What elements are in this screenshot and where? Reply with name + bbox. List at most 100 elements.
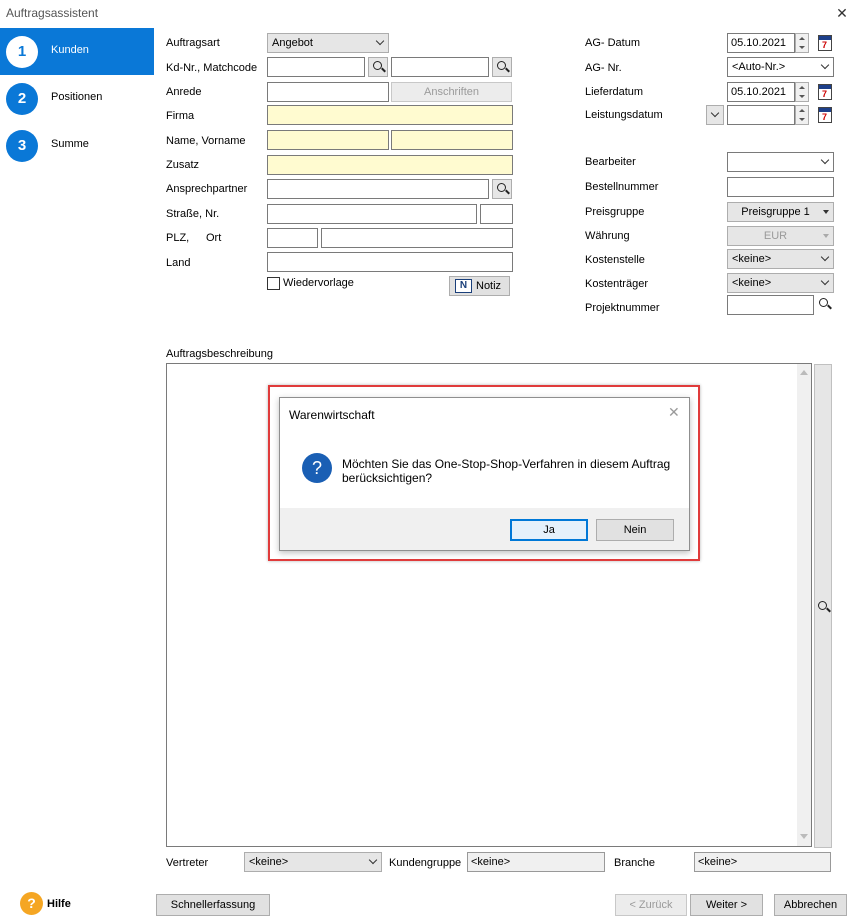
projektnummer-input[interactable] xyxy=(727,295,814,315)
calendar-icon[interactable] xyxy=(818,84,832,100)
leistungsdatum-dropdown[interactable] xyxy=(706,105,724,125)
weiter-button[interactable]: Weiter > xyxy=(690,894,763,916)
bestellnummer-input[interactable] xyxy=(727,177,834,197)
kdnr-input[interactable] xyxy=(267,57,365,77)
kostenstelle-label: Kostenstelle xyxy=(585,254,645,266)
search-icon xyxy=(373,61,382,70)
search-icon xyxy=(497,61,506,70)
matchcode-search-button[interactable] xyxy=(492,57,512,77)
step-positionen[interactable]: 2 Positionen xyxy=(0,75,154,122)
waehrung-select[interactable]: EUR xyxy=(727,226,834,246)
firma-input[interactable] xyxy=(267,105,513,125)
help-icon[interactable]: ? xyxy=(20,892,43,915)
lieferdatum-input[interactable]: 05.10.2021 xyxy=(727,82,795,102)
chevron-down-icon xyxy=(369,857,377,865)
plz-input[interactable] xyxy=(267,228,318,248)
land-input[interactable] xyxy=(267,252,513,272)
note-icon: N xyxy=(455,279,472,293)
ag-datum-spinner[interactable] xyxy=(795,33,809,53)
wiedervorlage-checkbox[interactable] xyxy=(267,277,280,290)
dialog-title: Warenwirtschaft xyxy=(289,408,375,422)
notiz-button[interactable]: N Notiz xyxy=(449,276,510,296)
leistungsdatum-spinner[interactable] xyxy=(795,105,809,125)
leistungsdatum-label: Leistungsdatum xyxy=(585,109,663,121)
bearbeiter-label: Bearbeiter xyxy=(585,156,636,168)
scroll-down-icon[interactable] xyxy=(800,834,808,839)
name-label: Name, Vorname xyxy=(166,135,246,147)
ansprechpartner-search-button[interactable] xyxy=(492,179,512,199)
kostenstelle-select[interactable]: <keine> xyxy=(727,249,834,269)
step-label-summe: Summe xyxy=(51,138,89,150)
ansprechpartner-input[interactable] xyxy=(267,179,489,199)
ag-datum-label: AG- Datum xyxy=(585,37,641,49)
description-scrollbar[interactable] xyxy=(797,364,811,846)
auftragsbeschreibung-label: Auftragsbeschreibung xyxy=(166,348,274,360)
name-input[interactable] xyxy=(267,130,389,150)
calendar-icon[interactable] xyxy=(818,35,832,51)
kostentraeger-select[interactable]: <keine> xyxy=(727,273,834,293)
preisgruppe-select[interactable]: Preisgruppe 1 xyxy=(727,202,834,222)
zurueck-button[interactable]: < Zurück xyxy=(615,894,687,916)
strasse-label: Straße, Nr. xyxy=(166,208,220,220)
schnellerfassung-button[interactable]: Schnellerfassung xyxy=(156,894,270,916)
window-title: Auftragsassistent xyxy=(6,6,99,20)
step-number-3: 3 xyxy=(6,130,38,162)
confirm-dialog: Warenwirtschaft ✕ ? Möchten Sie das One-… xyxy=(279,397,690,551)
matchcode-input[interactable] xyxy=(391,57,489,77)
ag-nr-value: <Auto-Nr.> xyxy=(732,61,786,73)
anrede-input[interactable] xyxy=(267,82,389,102)
vertreter-label: Vertreter xyxy=(166,857,209,869)
ag-datum-value: 05.10.2021 xyxy=(731,37,787,49)
no-button[interactable]: Nein xyxy=(596,519,674,541)
leistungsdatum-input[interactable] xyxy=(727,105,795,125)
kundengruppe-label: Kundengruppe xyxy=(389,857,462,869)
step-kunden[interactable]: 1 Kunden xyxy=(0,28,154,75)
ag-nr-select[interactable]: <Auto-Nr.> xyxy=(727,57,834,77)
ag-datum-input[interactable]: 05.10.2021 xyxy=(727,33,795,53)
lieferdatum-spinner[interactable] xyxy=(795,82,809,102)
vertreter-select[interactable]: <keine> xyxy=(244,852,382,872)
chevron-down-icon xyxy=(821,278,829,286)
step-label-positionen: Positionen xyxy=(51,91,103,103)
close-icon[interactable]: ✕ xyxy=(834,5,850,22)
auftragsart-select[interactable]: Angebot xyxy=(267,33,389,53)
yes-button[interactable]: Ja xyxy=(510,519,588,541)
lieferdatum-value: 05.10.2021 xyxy=(731,86,787,98)
lieferdatum-label: Lieferdatum xyxy=(585,86,644,98)
anschriften-button[interactable]: Anschriften xyxy=(391,82,512,102)
dialog-message: Möchten Sie das One-Stop-Shop-Verfahren … xyxy=(342,457,671,485)
kundengruppe-field: <keine> xyxy=(467,852,605,872)
plz-label: PLZ, xyxy=(166,232,190,244)
auftragsart-label: Auftragsart xyxy=(166,37,220,49)
preisgruppe-label: Preisgruppe xyxy=(585,206,645,218)
branche-field: <keine> xyxy=(694,852,831,872)
chevron-down-icon xyxy=(711,110,719,118)
search-icon[interactable] xyxy=(818,601,827,610)
abbrechen-button[interactable]: Abbrechen xyxy=(774,894,847,916)
close-icon[interactable]: ✕ xyxy=(668,404,680,421)
title-bar: Auftragsassistent ✕ xyxy=(0,0,858,28)
ort-input[interactable] xyxy=(321,228,513,248)
wiedervorlage-label: Wiedervorlage xyxy=(283,277,354,289)
vorname-input[interactable] xyxy=(391,130,513,150)
help-label[interactable]: Hilfe xyxy=(47,898,71,910)
projektnummer-search-button[interactable] xyxy=(815,295,835,315)
caret-down-icon xyxy=(823,210,829,214)
hausnummer-input[interactable] xyxy=(480,204,513,224)
firma-label: Firma xyxy=(166,110,195,122)
auftragsart-value: Angebot xyxy=(272,37,313,49)
scroll-up-icon[interactable] xyxy=(800,370,808,375)
bearbeiter-select[interactable] xyxy=(727,152,834,172)
text-module-panel[interactable] xyxy=(814,364,832,848)
ort-label: Ort xyxy=(206,232,222,244)
step-summe[interactable]: 3 Summe xyxy=(0,122,154,169)
wizard-steps: 1 Kunden 2 Positionen 3 Summe xyxy=(0,28,154,888)
caret-down-icon xyxy=(823,234,829,238)
land-label: Land xyxy=(166,257,191,269)
calendar-icon[interactable] xyxy=(818,107,832,123)
zusatz-label: Zusatz xyxy=(166,159,200,171)
zusatz-input[interactable] xyxy=(267,155,513,175)
anrede-label: Anrede xyxy=(166,86,202,98)
strasse-input[interactable] xyxy=(267,204,477,224)
kdnr-search-button[interactable] xyxy=(368,57,388,77)
